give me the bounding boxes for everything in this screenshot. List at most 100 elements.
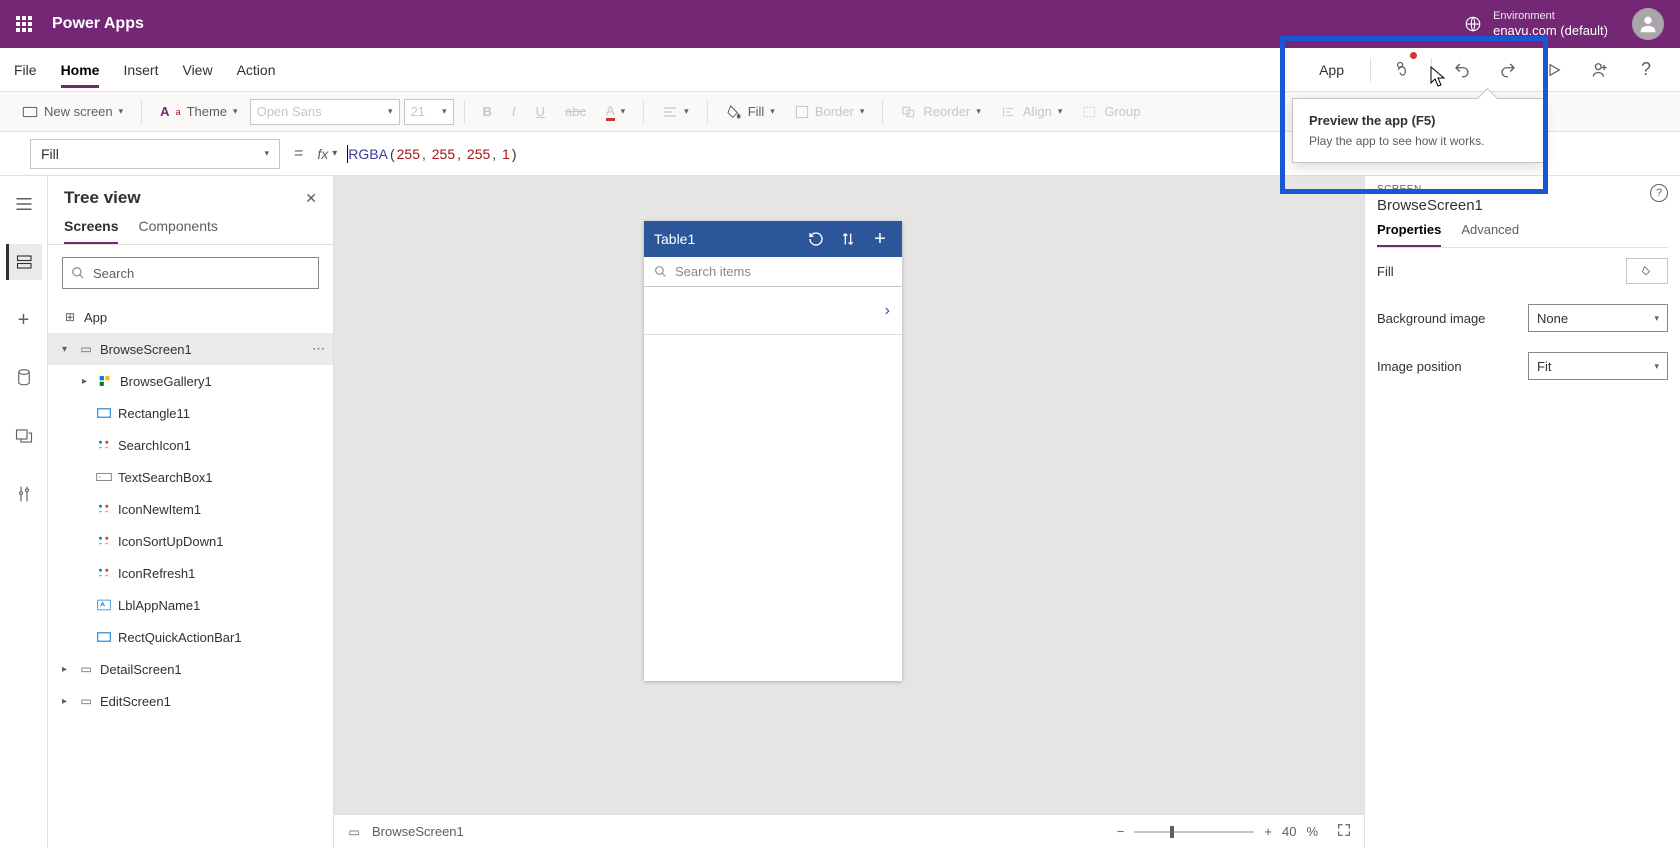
screen-icon: ▭ [78,661,94,677]
menu-action[interactable]: Action [237,52,276,88]
image-position-select[interactable]: Fit▾ [1528,352,1668,380]
theme-button[interactable]: AaTheme▾ [152,100,245,123]
menu-view[interactable]: View [182,52,212,88]
tree-node-editscreen[interactable]: ▸▭EditScreen1 [48,685,333,717]
zoom-out-icon[interactable]: − [1117,824,1125,839]
refresh-icon[interactable] [804,231,828,247]
redo-icon[interactable] [1488,50,1528,90]
add-icon[interactable]: + [868,228,892,251]
property-selector[interactable]: Fill▾ [30,139,280,169]
underline-button[interactable]: U [528,100,553,123]
tree-node-textsearchbox[interactable]: TextSearchBox1 [48,461,333,493]
share-icon[interactable] [1580,50,1620,90]
tree-node-detailscreen[interactable]: ▸▭DetailScreen1 [48,653,333,685]
font-select[interactable]: Open Sans▾ [250,99,400,125]
prop-fill-label: Fill [1377,264,1394,279]
play-icon[interactable] [1534,50,1574,90]
chevron-right-icon[interactable]: ▸ [62,696,72,707]
sort-icon[interactable] [836,231,860,247]
menu-insert[interactable]: Insert [123,52,158,88]
menu-file[interactable]: File [14,52,37,88]
reorder-button[interactable]: Reorder▾ [893,100,989,123]
equals-sign: = [294,145,303,163]
tree-node-iconrefresh[interactable]: IconRefresh1 [48,557,333,589]
hamburger-icon[interactable] [6,186,42,222]
formula-input[interactable]: RGBA(255, 255, 255, 1) [348,146,516,162]
phone-title: Table1 [654,231,796,247]
footer-screen-name: BrowseScreen1 [372,824,464,839]
tab-properties[interactable]: Properties [1377,222,1441,247]
tooltip-title: Preview the app (F5) [1309,113,1527,128]
italic-button[interactable]: I [504,100,524,123]
bg-image-select[interactable]: None▾ [1528,304,1668,332]
insert-icon[interactable]: + [6,302,42,338]
waffle-icon[interactable] [8,8,40,40]
screen-icon: ▭ [346,824,362,840]
chevron-right-icon[interactable]: ▸ [62,664,72,675]
more-icon[interactable]: ⋯ [312,341,325,357]
environment-block[interactable]: Environment enavu.com (default) [1493,10,1608,39]
textbox-icon [96,469,112,485]
tab-screens[interactable]: Screens [64,218,118,244]
zoom-slider[interactable] [1134,831,1254,833]
fit-to-window-icon[interactable] [1336,822,1352,841]
tree-node-gallery[interactable]: ▸BrowseGallery1 [48,365,333,397]
tree-node-app[interactable]: ⊞App [48,301,333,333]
phone-search[interactable]: Search items [644,257,902,287]
font-color-button[interactable]: A▾ [598,99,633,125]
canvas-area: ✕▾ Table1 + Search items › ▭ BrowseScree… [334,176,1364,848]
tree-node-rectangle11[interactable]: Rectangle11 [48,397,333,429]
phone-search-placeholder: Search items [675,264,751,279]
fill-button[interactable]: Fill▾ [718,100,783,124]
bold-button[interactable]: B [475,100,500,123]
fill-color-picker[interactable] [1626,258,1668,284]
tree-node-iconsort[interactable]: IconSortUpDown1 [48,525,333,557]
environment-caption: Environment [1493,10,1608,23]
zoom-pct: % [1306,824,1318,839]
chevron-right-icon[interactable]: ▸ [82,376,92,387]
media-icon[interactable] [6,418,42,454]
tab-components[interactable]: Components [138,218,217,244]
tree-view-icon[interactable] [6,244,42,280]
control-icon [96,533,112,549]
props-title: BrowseScreen1 [1377,197,1668,214]
props-caption: SCREEN [1377,184,1668,195]
tree-node-rectquick[interactable]: RectQuickActionBar1 [48,621,333,653]
font-size-select[interactable]: 21▾ [404,99,454,125]
screen-icon: ▭ [78,341,94,357]
tree-node-iconnew[interactable]: IconNewItem1 [48,493,333,525]
data-icon[interactable] [6,360,42,396]
undo-icon[interactable] [1442,50,1482,90]
advanced-tools-icon[interactable] [6,476,42,512]
help-icon[interactable]: ? [1626,50,1666,90]
app-checker-icon[interactable] [1381,50,1421,90]
app-button[interactable]: App [1319,62,1344,78]
screen-icon: ▭ [78,693,94,709]
info-icon[interactable]: ? [1650,184,1668,202]
tree-node-searchicon[interactable]: SearchIcon1 [48,429,333,461]
tab-advanced[interactable]: Advanced [1461,222,1519,247]
phone-preview[interactable]: ✕▾ Table1 + Search items › [644,221,902,681]
strike-button[interactable]: abc [557,100,594,123]
border-button[interactable]: Border▾ [787,100,873,123]
new-screen-button[interactable]: New screen▾ [14,100,131,123]
menu-home[interactable]: Home [61,52,100,88]
align-button[interactable]: Align▾ [993,100,1070,123]
group-button[interactable]: Group [1074,100,1148,123]
prop-imgpos-label: Image position [1377,359,1462,374]
control-icon [96,565,112,581]
text-align-button[interactable]: ▾ [654,101,697,123]
user-avatar[interactable] [1632,8,1664,40]
close-icon[interactable]: ✕ [305,190,317,207]
fx-label[interactable]: fx▾ [317,146,337,162]
zoom-in-icon[interactable]: + [1264,824,1272,839]
tree-node-browsescreen[interactable]: ▾▭BrowseScreen1⋯ [48,333,333,365]
chevron-down-icon[interactable]: ▾ [62,344,72,355]
tree-node-lblappname[interactable]: LblAppName1 [48,589,333,621]
brand-label: Power Apps [52,15,144,33]
list-item[interactable]: › [644,287,902,335]
environment-icon[interactable] [1461,12,1485,36]
gallery-icon [98,373,114,389]
preview-tooltip: Preview the app (F5) Play the app to see… [1292,98,1544,163]
tree-search-input[interactable]: Search [62,257,319,289]
